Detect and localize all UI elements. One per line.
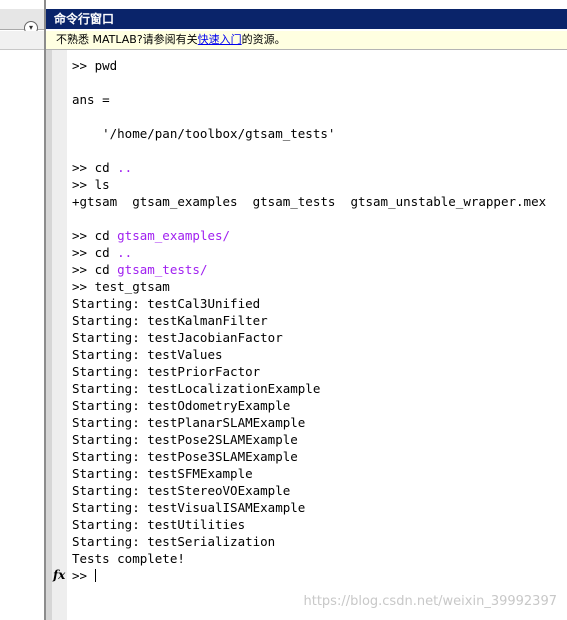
string-argument: gtsam_examples/ <box>117 228 231 243</box>
prompt: >> <box>72 177 95 192</box>
prompt: >> <box>72 58 95 73</box>
console-text: Starting: testPose2SLAMExample <box>72 432 298 447</box>
console-text: Starting: testPlanarSLAMExample <box>72 415 306 430</box>
prompt: >> <box>72 160 95 175</box>
getting-started-info-bar: 不熟悉 MATLAB?请参阅有关快速入门的资源。 <box>46 31 567 50</box>
console-line: '/home/pan/toolbox/gtsam_tests' <box>72 125 567 142</box>
string-argument: .. <box>117 160 133 175</box>
console-line: >> cd .. <box>72 159 567 176</box>
console-line: +gtsam gtsam_examples gtsam_tests gtsam_… <box>72 193 567 210</box>
console-line: Starting: testCal3Unified <box>72 295 567 312</box>
console-line: Starting: testOdometryExample <box>72 397 567 414</box>
prompt: >> <box>72 568 95 583</box>
console-text: Starting: testLocalizationExample <box>72 381 321 396</box>
console-margin <box>52 50 67 620</box>
console-line: Starting: testJacobianFactor <box>72 329 567 346</box>
console-line: Starting: testValues <box>72 346 567 363</box>
prompt: >> <box>72 228 95 243</box>
console-text: cd <box>94 262 118 277</box>
console-text: Starting: testCal3Unified <box>72 296 261 311</box>
console-line: Starting: testSerialization <box>72 533 567 550</box>
info-suffix-text: 的资源。 <box>241 33 286 46</box>
left-panel-row[interactable] <box>0 31 44 50</box>
console-line: Starting: testUtilities <box>72 516 567 533</box>
console-text: Starting: testSFMExample <box>72 466 253 481</box>
console-line: Tests complete! <box>72 550 567 567</box>
console-text: Tests complete! <box>72 551 185 566</box>
info-prefix-text: 不熟悉 MATLAB?请参阅有关 <box>56 33 198 46</box>
console-text: cd <box>94 245 118 260</box>
console-text: Starting: testUtilities <box>72 517 246 532</box>
console-text: Starting: testStereoVOExample <box>72 483 291 498</box>
console-line: Starting: testSFMExample <box>72 465 567 482</box>
console-line: >> pwd <box>72 57 567 74</box>
command-window-title[interactable]: 命令行窗口 <box>46 9 567 29</box>
console-line: >> test_gtsam <box>72 278 567 295</box>
prompt: >> <box>72 245 95 260</box>
console-text: Starting: testOdometryExample <box>72 398 291 413</box>
console-text: +gtsam gtsam_examples gtsam_tests gtsam_… <box>72 194 547 209</box>
getting-started-link[interactable]: 快速入门 <box>198 33 242 46</box>
console-text: ls <box>94 177 110 192</box>
console-text: Starting: testPriorFactor <box>72 364 261 379</box>
active-prompt-line[interactable]: >> <box>72 567 567 584</box>
console-text: Starting: testValues <box>72 347 223 362</box>
console-line: Starting: testPlanarSLAMExample <box>72 414 567 431</box>
console-line: Starting: testKalmanFilter <box>72 312 567 329</box>
console-line: >> cd gtsam_examples/ <box>72 227 567 244</box>
console-line: ans = <box>72 91 567 108</box>
console-text: cd <box>94 228 118 243</box>
console-line: Starting: testPriorFactor <box>72 363 567 380</box>
left-docked-panel: ▾ <box>0 0 44 620</box>
console-text: Starting: testSerialization <box>72 534 276 549</box>
console-text: ans = <box>72 92 110 107</box>
console-line: >> ls <box>72 176 567 193</box>
console-output[interactable]: >> pwd ans = '/home/pan/toolbox/gtsam_tes… <box>72 57 567 617</box>
left-panel-header: ▾ <box>0 9 44 35</box>
console-line: Starting: testVisualISAMExample <box>72 499 567 516</box>
console-line: Starting: testPose3SLAMExample <box>72 448 567 465</box>
console-text: Starting: testPose3SLAMExample <box>72 449 298 464</box>
console-line: >> cd gtsam_tests/ <box>72 261 567 278</box>
console-text: Starting: testJacobianFactor <box>72 330 283 345</box>
console-line: >> cd .. <box>72 244 567 261</box>
fx-function-browser-icon[interactable]: fx <box>53 568 65 582</box>
prompt: >> <box>72 262 95 277</box>
watermark-text: https://blog.csdn.net/weixin_39992397 <box>303 594 557 609</box>
console-line: Starting: testStereoVOExample <box>72 482 567 499</box>
console-text: cd <box>94 160 118 175</box>
console-text: '/home/pan/toolbox/gtsam_tests' <box>72 126 336 141</box>
text-cursor <box>94 569 96 582</box>
console-text: test_gtsam <box>94 279 170 294</box>
prompt: >> <box>72 279 95 294</box>
console-line: Starting: testLocalizationExample <box>72 380 567 397</box>
console-text: Starting: testVisualISAMExample <box>72 500 306 515</box>
console-text: Starting: testKalmanFilter <box>72 313 268 328</box>
console-text: pwd <box>94 58 118 73</box>
string-argument: .. <box>117 245 133 260</box>
string-argument: gtsam_tests/ <box>117 262 208 277</box>
console-line: Starting: testPose2SLAMExample <box>72 431 567 448</box>
